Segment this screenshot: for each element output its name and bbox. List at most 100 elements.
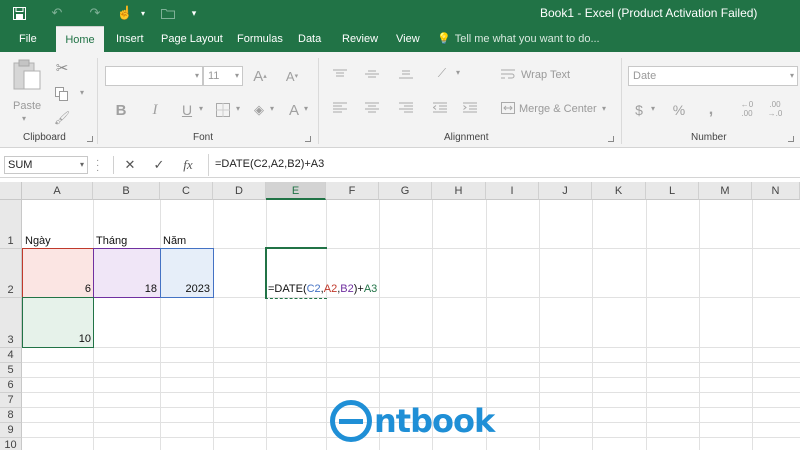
font-size-box[interactable]: 11 ▾ <box>203 66 243 86</box>
row-header-4[interactable]: 4 <box>0 348 22 363</box>
align-top-icon[interactable] <box>330 66 350 82</box>
paste-icon[interactable] <box>10 58 44 92</box>
name-box[interactable]: SUM ▾ <box>4 156 88 174</box>
copy-dropdown-icon[interactable]: ▾ <box>80 88 84 97</box>
paste-dropdown-icon[interactable]: ▾ <box>22 114 26 123</box>
formula-input[interactable]: =DATE(C2,A2,B2)+A3 <box>208 154 800 176</box>
row-header-5[interactable]: 5 <box>0 363 22 378</box>
underline-icon[interactable]: U <box>178 100 196 120</box>
chevron-down-icon[interactable]: ▾ <box>199 104 203 113</box>
align-center-icon[interactable] <box>362 100 382 116</box>
select-all-corner[interactable] <box>0 182 22 200</box>
align-middle-icon[interactable] <box>362 66 382 82</box>
tab-formulas[interactable]: Formulas <box>237 26 283 52</box>
number-launcher-icon[interactable] <box>788 136 794 142</box>
column-header-d[interactable]: D <box>213 182 266 200</box>
chevron-down-icon[interactable]: ▾ <box>136 0 150 26</box>
wrap-text-icon[interactable] <box>500 66 516 82</box>
column-header-n[interactable]: N <box>752 182 800 200</box>
tab-file[interactable]: File <box>19 26 37 52</box>
column-header-h[interactable]: H <box>432 182 486 200</box>
fill-color-icon[interactable]: ◈ <box>250 100 268 120</box>
font-name-box[interactable]: ▾ <box>105 66 203 86</box>
save-icon[interactable] <box>0 0 38 26</box>
cell-b2[interactable]: 18 <box>93 283 157 295</box>
row-header-2[interactable]: 2 <box>0 249 22 298</box>
column-header-c[interactable]: C <box>160 182 213 200</box>
chevron-down-icon[interactable]: ▾ <box>602 104 606 113</box>
number-format-box[interactable]: Date ▾ <box>628 66 798 86</box>
column-header-g[interactable]: G <box>379 182 432 200</box>
decrease-decimal-icon[interactable]: .00 →.0 <box>764 96 786 122</box>
column-header-a[interactable]: A <box>22 182 93 200</box>
column-header-l[interactable]: L <box>646 182 699 200</box>
alignment-launcher-icon[interactable] <box>608 136 614 142</box>
increase-indent-icon[interactable] <box>460 100 480 116</box>
resize-handle-icon[interactable]: · · · <box>96 156 100 176</box>
decrease-indent-icon[interactable] <box>430 100 450 116</box>
merge-center-label[interactable]: Merge & Center <box>519 103 597 115</box>
cell-a2[interactable]: 6 <box>22 283 91 295</box>
chevron-down-icon[interactable]: ▾ <box>236 104 240 113</box>
cell-a1[interactable]: Ngày <box>25 235 51 247</box>
row-header-8[interactable]: 8 <box>0 408 22 423</box>
currency-icon[interactable]: $ <box>630 100 648 120</box>
redo-icon[interactable]: ↷ <box>76 0 114 26</box>
increase-font-icon[interactable]: A ▴ <box>250 66 270 86</box>
chevron-down-icon[interactable]: ▾ <box>270 104 274 113</box>
customize-qat-icon[interactable]: ▾ <box>186 0 202 26</box>
column-header-i[interactable]: I <box>486 182 539 200</box>
column-header-f[interactable]: F <box>326 182 379 200</box>
percent-icon[interactable]: % <box>670 100 688 120</box>
orientation-icon[interactable]: ⟋ <box>432 64 452 82</box>
row-header-10[interactable]: 10 <box>0 438 22 450</box>
cell-c1[interactable]: Năm <box>163 235 186 247</box>
merge-center-icon[interactable] <box>500 101 516 115</box>
chevron-down-icon[interactable]: ▾ <box>651 104 655 113</box>
tab-page-layout[interactable]: Page Layout <box>161 26 223 52</box>
undo-icon[interactable]: ↶ <box>38 0 76 26</box>
wrap-text-label[interactable]: Wrap Text <box>521 69 570 81</box>
chevron-down-icon[interactable]: ▾ <box>456 68 460 77</box>
increase-decimal-icon[interactable]: ←0.00 <box>736 96 758 122</box>
enter-icon[interactable]: ✓ <box>146 156 172 174</box>
bold-icon[interactable]: B <box>112 100 130 120</box>
column-header-m[interactable]: M <box>699 182 752 200</box>
insert-function-icon[interactable]: fx <box>175 156 201 174</box>
column-header-b[interactable]: B <box>93 182 160 200</box>
tab-insert[interactable]: Insert <box>116 26 144 52</box>
cut-icon[interactable]: ✂ <box>52 58 72 78</box>
column-header-e[interactable]: E <box>266 182 326 200</box>
cell-a3[interactable]: 10 <box>22 333 91 345</box>
chevron-down-icon[interactable]: ▾ <box>304 104 308 113</box>
row-header-6[interactable]: 6 <box>0 378 22 393</box>
comma-style-icon[interactable]: , <box>704 100 718 120</box>
tab-data[interactable]: Data <box>298 26 321 52</box>
cell-e2-formula[interactable]: =DATE(C2,A2,B2)+A3 <box>268 283 377 295</box>
decrease-font-icon[interactable]: A ▾ <box>282 66 302 86</box>
align-right-icon[interactable] <box>396 100 416 116</box>
cancel-icon[interactable]: ✕ <box>117 156 143 174</box>
tab-view[interactable]: View <box>396 26 420 52</box>
column-header-k[interactable]: K <box>592 182 646 200</box>
cell-b1[interactable]: Tháng <box>96 235 127 247</box>
row-header-3[interactable]: 3 <box>0 298 22 348</box>
copy-icon[interactable] <box>52 84 72 104</box>
row-header-7[interactable]: 7 <box>0 393 22 408</box>
tell-me-box[interactable]: 💡 Tell me what you want to do... <box>437 26 600 52</box>
borders-icon[interactable] <box>213 100 233 120</box>
italic-icon[interactable]: I <box>146 100 164 120</box>
font-launcher-icon[interactable] <box>305 136 311 142</box>
tab-review[interactable]: Review <box>342 26 378 52</box>
row-header-9[interactable]: 9 <box>0 423 22 438</box>
paste-label[interactable]: Paste <box>13 100 41 112</box>
touch-mode-icon[interactable]: ☝ <box>114 0 136 26</box>
open-icon[interactable] <box>150 0 186 26</box>
align-bottom-icon[interactable] <box>396 66 416 82</box>
clipboard-launcher-icon[interactable] <box>87 136 93 142</box>
align-left-icon[interactable] <box>330 100 350 116</box>
column-header-j[interactable]: J <box>539 182 592 200</box>
tab-home[interactable]: Home <box>56 26 104 52</box>
font-color-icon[interactable]: A <box>284 100 304 120</box>
format-painter-icon[interactable]: 🖌 <box>52 108 72 128</box>
